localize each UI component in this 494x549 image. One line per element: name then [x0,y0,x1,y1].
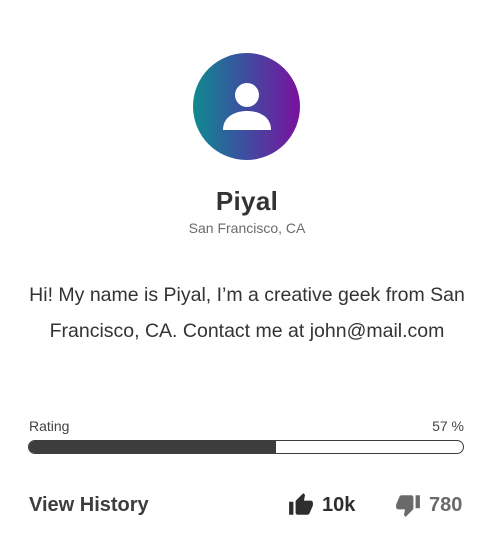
thumbs-down-icon [396,495,420,517]
profile-card: Piyal San Francisco, CA Hi! My name is P… [0,0,494,549]
profile-location: San Francisco, CA [188,220,306,236]
dislikes-button[interactable]: 780 [395,490,462,520]
likes-count: 10k [322,493,356,516]
rating-progress-fill [29,441,277,453]
profile-bio: Hi! My name is Piyal, I’m a creative gee… [29,284,465,342]
rating-progress-bar [28,440,464,454]
rating-label: Rating [29,418,70,434]
view-history-link[interactable]: View History [29,494,149,517]
user-icon [222,82,271,130]
avatar [193,53,300,160]
thumbs-up-icon [289,493,313,515]
rating-value: 57 % [432,418,464,434]
profile-name: Piyal [215,186,279,216]
likes-button[interactable]: 10k [288,490,355,520]
dislikes-count: 780 [429,493,463,516]
